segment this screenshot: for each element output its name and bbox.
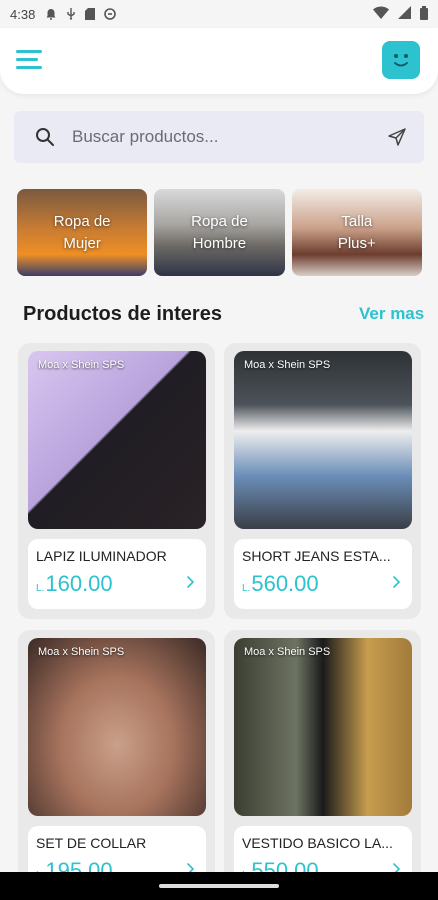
notification-bell-icon bbox=[45, 8, 57, 20]
price-amount: 160.00 bbox=[45, 571, 113, 596]
product-price: L. 560.00 bbox=[242, 571, 319, 597]
category-plus-size[interactable]: Talla Plus+ bbox=[291, 189, 422, 276]
category-label: Ropa de Hombre bbox=[191, 212, 248, 252]
smile-icon bbox=[394, 54, 408, 67]
product-card[interactable]: Moa x Shein SPS VESTIDO BASICO LA... L. … bbox=[224, 630, 421, 900]
product-image: Moa x Shein SPS bbox=[28, 638, 206, 816]
status-bar: 4:38 bbox=[0, 0, 438, 28]
send-icon[interactable] bbox=[376, 127, 418, 147]
chevron-right-icon[interactable] bbox=[186, 575, 196, 594]
chevron-right-icon[interactable] bbox=[392, 575, 402, 594]
store-label: Moa x Shein SPS bbox=[244, 646, 331, 658]
store-label: Moa x Shein SPS bbox=[38, 359, 125, 371]
product-price: L. 160.00 bbox=[36, 571, 113, 597]
search-bar bbox=[14, 111, 424, 163]
see-more-link[interactable]: Ver mas bbox=[359, 304, 424, 324]
product-name: LAPIZ ILUMINADOR bbox=[36, 548, 167, 564]
status-time: 4:38 bbox=[10, 6, 36, 22]
battery-icon bbox=[420, 5, 428, 23]
product-image: Moa x Shein SPS bbox=[234, 638, 412, 816]
usb-icon bbox=[66, 8, 76, 20]
product-info: SHORT JEANS ESTA... L. 560.00 bbox=[234, 539, 412, 609]
product-card[interactable]: Moa x Shein SPS SHORT JEANS ESTA... L. 5… bbox=[224, 343, 421, 619]
store-label: Moa x Shein SPS bbox=[244, 359, 331, 371]
system-nav-bar bbox=[0, 872, 438, 900]
price-currency: L. bbox=[36, 583, 45, 594]
home-gesture-handle[interactable] bbox=[159, 884, 279, 888]
menu-icon[interactable] bbox=[16, 50, 42, 70]
price-amount: 560.00 bbox=[251, 571, 319, 596]
search-icon bbox=[24, 127, 66, 147]
store-label: Moa x Shein SPS bbox=[38, 646, 125, 658]
category-list: Ropa de Mujer Ropa de Hombre Talla Plus+ bbox=[17, 189, 422, 276]
product-image: Moa x Shein SPS bbox=[28, 351, 206, 529]
section-title: Productos de interes bbox=[23, 303, 222, 325]
product-name: VESTIDO BASICO LA... bbox=[242, 835, 393, 851]
product-name: SET DE COLLAR bbox=[36, 835, 147, 851]
search-input[interactable] bbox=[66, 127, 376, 147]
product-image: Moa x Shein SPS bbox=[234, 351, 412, 529]
wifi-icon bbox=[373, 6, 389, 22]
app-header bbox=[0, 28, 438, 94]
price-currency: L. bbox=[242, 583, 251, 594]
profile-button[interactable] bbox=[382, 41, 420, 79]
sd-card-icon bbox=[85, 8, 96, 20]
category-men[interactable]: Ropa de Hombre bbox=[154, 189, 285, 276]
product-info: LAPIZ ILUMINADOR L. 160.00 bbox=[28, 539, 206, 609]
sync-icon bbox=[104, 8, 117, 20]
product-card[interactable]: Moa x Shein SPS SET DE COLLAR L. 195.00 bbox=[18, 630, 215, 900]
product-card[interactable]: Moa x Shein SPS LAPIZ ILUMINADOR L. 160.… bbox=[18, 343, 215, 619]
category-women[interactable]: Ropa de Mujer bbox=[17, 189, 148, 276]
category-label: Talla Plus+ bbox=[337, 212, 376, 252]
product-name: SHORT JEANS ESTA... bbox=[242, 548, 391, 564]
signal-icon bbox=[398, 6, 411, 22]
category-label: Ropa de Mujer bbox=[53, 212, 111, 252]
